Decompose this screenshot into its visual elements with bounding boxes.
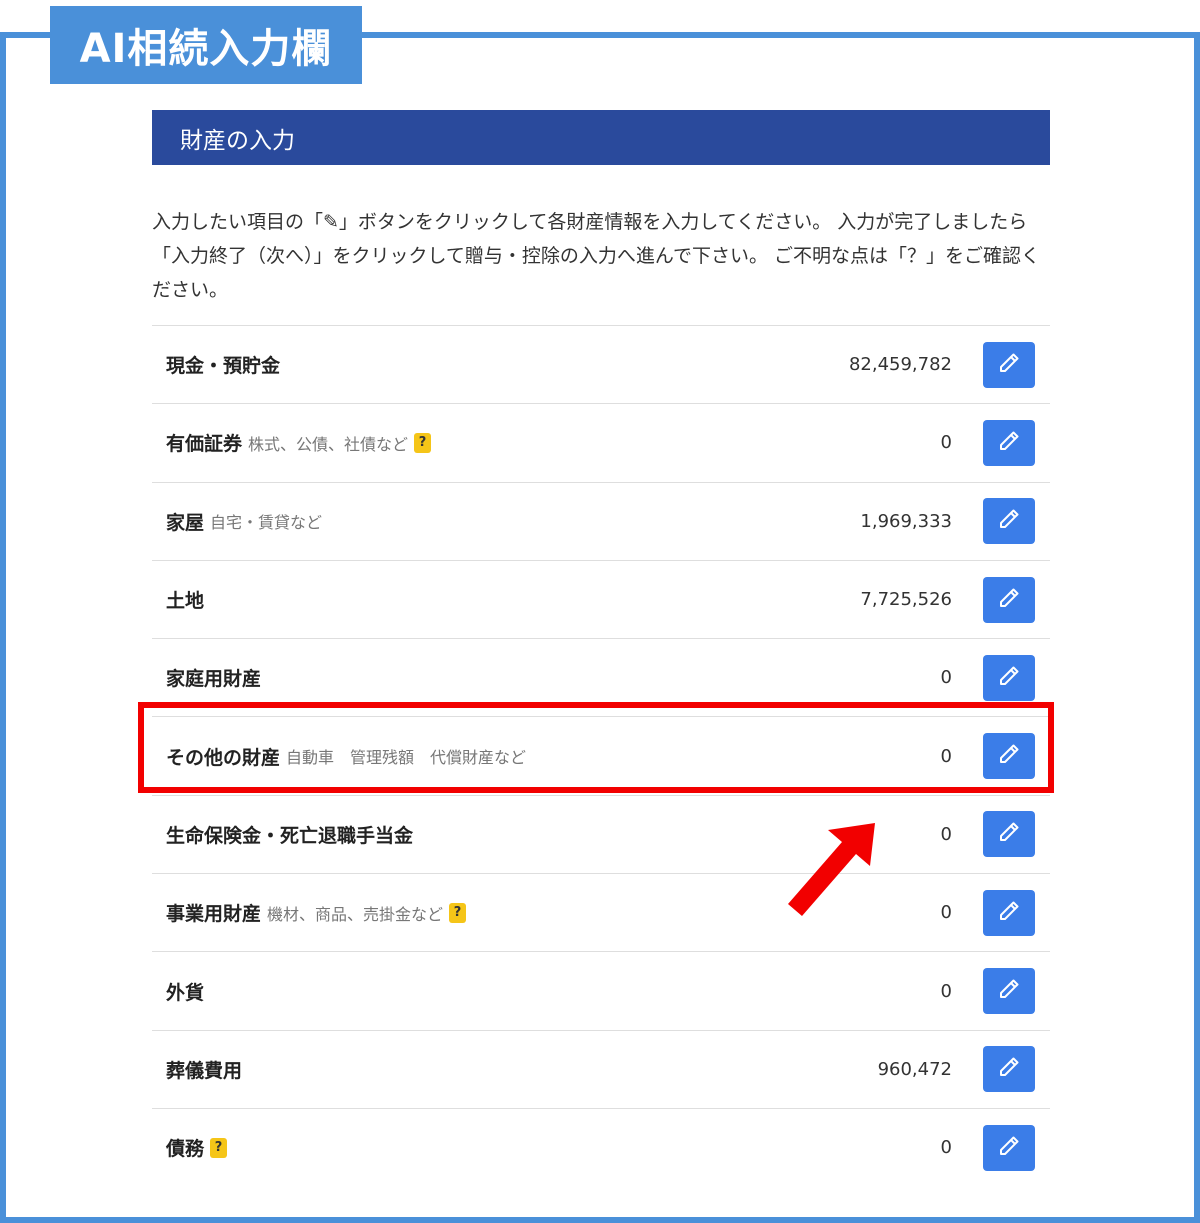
list-item: 家庭用財産 0 <box>152 638 1050 716</box>
pencil-icon <box>997 586 1021 614</box>
list-item: 家屋 自宅・賃貸など 1,969,333 <box>152 481 1050 560</box>
item-label: 事業用財産 機材、商品、売掛金など ? <box>166 899 467 926</box>
item-label: 土地 <box>166 586 204 613</box>
pencil-icon <box>997 351 1021 379</box>
item-name: 事業用財産 <box>166 903 262 926</box>
item-amount: 0 <box>940 745 952 767</box>
list-item: 外貨 0 <box>152 951 1050 1029</box>
page-title: AI相続入力欄 <box>50 6 362 84</box>
item-description: 自宅・賃貸など <box>210 513 323 533</box>
item-description: 機材、商品、売掛金など <box>267 904 444 924</box>
list-item: その他の財産 自動車 管理残額 代償財産など 0 <box>152 716 1050 794</box>
item-amount: 82,459,782 <box>848 354 952 376</box>
edit-button[interactable] <box>983 419 1035 466</box>
help-icon[interactable]: ? <box>449 902 467 923</box>
list-item: 土地 7,725,526 <box>152 559 1050 638</box>
pencil-icon <box>997 1055 1021 1083</box>
arrow-icon <box>788 823 875 916</box>
item-name: 家屋 <box>166 511 205 534</box>
edit-button[interactable] <box>983 1124 1035 1171</box>
item-name: その他の財産 <box>166 746 281 769</box>
edit-button[interactable] <box>983 889 1035 936</box>
item-amount: 0 <box>940 823 952 845</box>
item-amount: 0 <box>940 667 952 689</box>
pencil-icon <box>997 507 1021 535</box>
item-name: 有価証券 <box>166 433 243 456</box>
item-name: 葬儀費用 <box>166 1059 243 1082</box>
item-amount: 0 <box>940 902 952 924</box>
asset-list: 現金・預貯金 82,459,782 有価証券 株式、公債、社債など ? 0 家屋… <box>152 325 1050 1186</box>
item-label: 債務 ? <box>166 1134 228 1161</box>
list-item: 事業用財産 機材、商品、売掛金など ? 0 <box>152 873 1050 951</box>
item-label: 現金・預貯金 <box>166 351 280 378</box>
item-description: 株式、公債、社債など <box>248 434 409 454</box>
item-amount: 0 <box>940 432 952 454</box>
help-icon[interactable]: ? <box>210 1137 228 1158</box>
item-label: 生命保険金・死亡退職手当金 <box>166 821 413 848</box>
edit-button[interactable] <box>983 576 1035 623</box>
pencil-icon <box>997 664 1021 692</box>
list-item: 現金・預貯金 82,459,782 <box>152 325 1050 403</box>
item-label: 有価証券 株式、公債、社債など ? <box>166 429 432 456</box>
item-name: 生命保険金・死亡退職手当金 <box>166 824 414 847</box>
edit-button[interactable] <box>983 498 1035 545</box>
item-name: 外貨 <box>166 981 205 1004</box>
list-item: 有価証券 株式、公債、社債など ? 0 <box>152 403 1050 481</box>
item-name: 家庭用財産 <box>166 668 262 691</box>
list-item: 生命保険金・死亡退職手当金 0 <box>152 794 1050 873</box>
pencil-icon <box>997 977 1021 1005</box>
pencil-icon <box>997 899 1021 927</box>
edit-button[interactable] <box>983 733 1035 780</box>
pencil-icon <box>997 429 1021 457</box>
item-amount: 1,969,333 <box>860 510 952 532</box>
item-amount: 960,472 <box>877 1058 952 1080</box>
item-amount: 0 <box>940 1137 952 1159</box>
item-description: 自動車 管理残額 代償財産など <box>286 748 527 768</box>
list-item: 葬儀費用 960,472 <box>152 1029 1050 1108</box>
instructions-text: 入力したい項目の「✎」ボタンをクリックして各財産情報を入力してください。 入力が… <box>152 211 1041 301</box>
list-item: 債務 ? 0 <box>152 1107 1050 1186</box>
item-label: 家庭用財産 <box>166 664 261 691</box>
pencil-icon <box>997 820 1021 848</box>
item-label: 葬儀費用 <box>166 1056 242 1083</box>
item-label: その他の財産 自動車 管理残額 代償財産など <box>166 743 526 770</box>
edit-button[interactable] <box>983 811 1035 858</box>
edit-button[interactable] <box>983 1046 1035 1093</box>
edit-button[interactable] <box>983 654 1035 701</box>
pencil-icon <box>997 1134 1021 1162</box>
edit-button[interactable] <box>983 341 1035 388</box>
edit-button[interactable] <box>983 968 1035 1015</box>
item-name: 現金・預貯金 <box>166 355 281 378</box>
item-name: 土地 <box>166 590 205 613</box>
section-header: 財産の入力 <box>152 110 1050 165</box>
pencil-icon <box>997 742 1021 770</box>
help-icon[interactable]: ? <box>414 432 432 453</box>
item-amount: 7,725,526 <box>860 589 952 611</box>
item-label: 家屋 自宅・賃貸など <box>166 508 322 535</box>
item-amount: 0 <box>940 980 952 1002</box>
item-label: 外貨 <box>166 978 204 1005</box>
item-name: 債務 <box>166 1138 205 1161</box>
